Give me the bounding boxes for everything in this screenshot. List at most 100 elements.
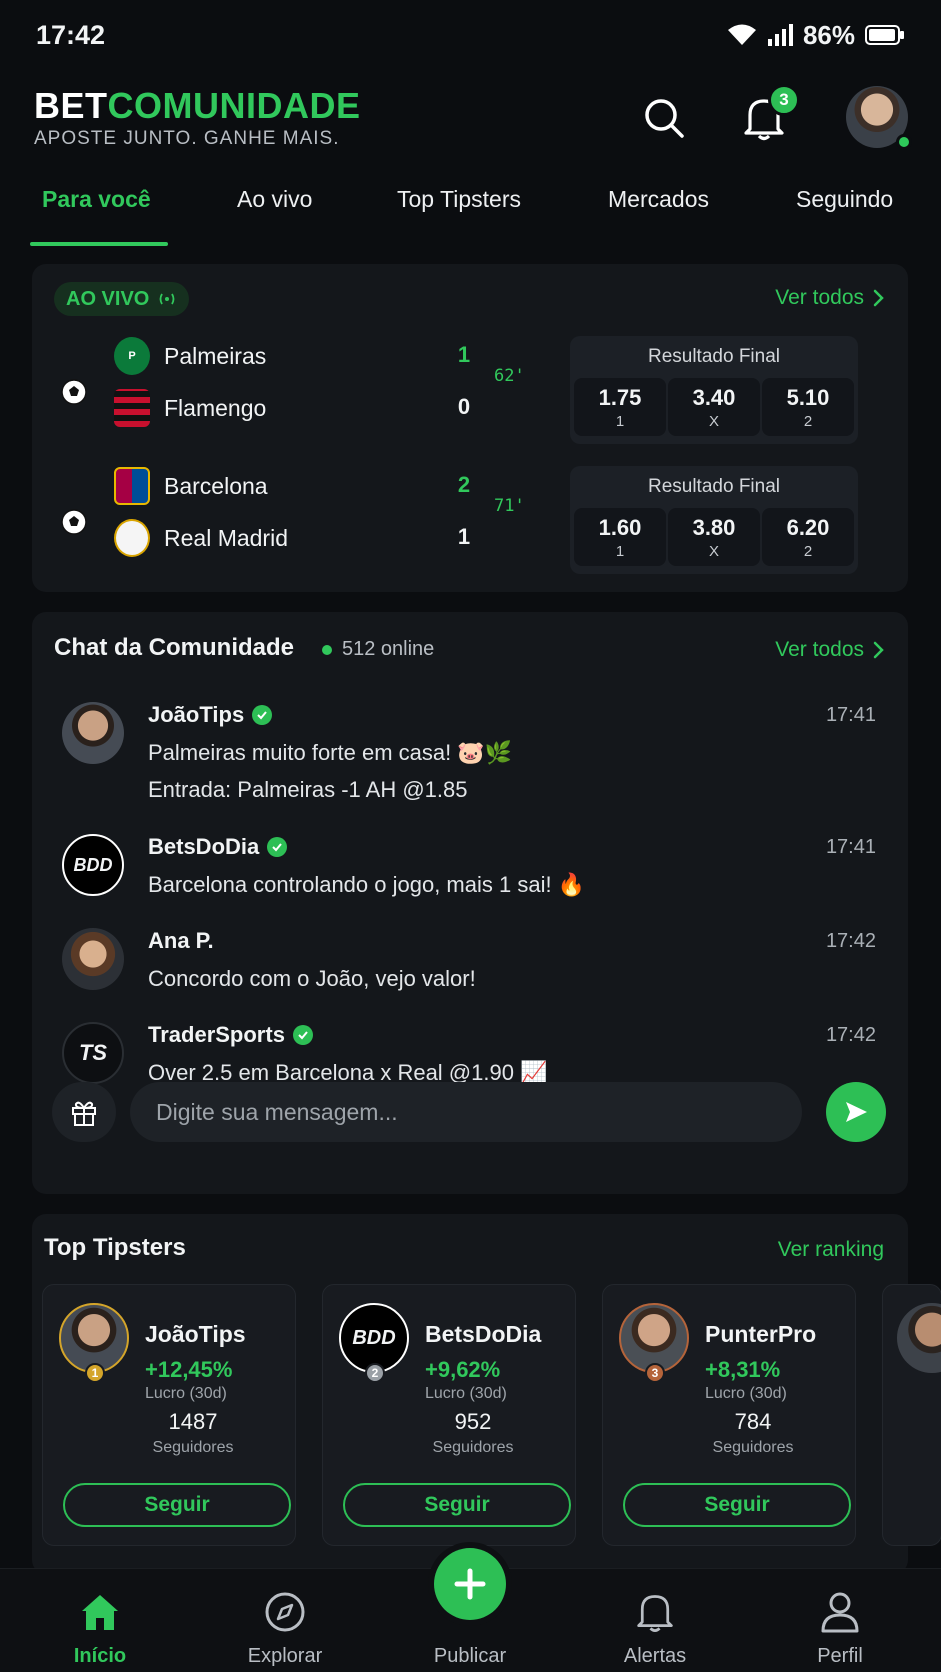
chat-see-all-link[interactable]: Ver todos [775, 638, 884, 662]
app-header: BETCOMUNIDADE APOSTE JUNTO. GANHE MAIS. … [34, 84, 914, 156]
follow-button[interactable]: Seguir [63, 1483, 291, 1527]
follow-button[interactable]: Seguir [623, 1483, 851, 1527]
odd-label: 2 [803, 413, 813, 430]
chat-message: JoãoTips 17:41 Palmeiras muito forte em … [32, 702, 908, 812]
verified-icon [267, 837, 288, 857]
avatar[interactable]: BDD [62, 834, 124, 896]
user-avatar[interactable] [846, 86, 912, 150]
odd-draw-button[interactable]: 3.40 X [668, 378, 760, 436]
tab-seguindo[interactable]: Seguindo [796, 186, 893, 213]
odd-home-button[interactable]: 1.75 1 [574, 378, 666, 436]
followers-count: 784 [734, 1409, 772, 1434]
home-score: 2 [457, 472, 471, 497]
message-text: Concordo com o João, vejo valor! [148, 966, 476, 991]
see-ranking-link[interactable]: Ver ranking [778, 1238, 884, 1262]
send-icon [846, 1102, 867, 1122]
signal-icon [767, 24, 793, 46]
nav-perfil[interactable]: Perfil [765, 1569, 915, 1672]
see-ranking-label: Ver ranking [777, 1238, 884, 1261]
away-team-name: Real Madrid [164, 524, 288, 551]
avatar-text: BDD [352, 1326, 396, 1349]
tab-top-tipsters[interactable]: Top Tipsters [397, 186, 521, 213]
nav-label: Explorar [247, 1645, 323, 1667]
live-see-all-link[interactable]: Ver todos [775, 286, 884, 310]
live-matches-card: AO VIVO Ver todos P Palmeiras Flamengo 1… [32, 264, 908, 592]
message-text: Palmeiras muito forte em casa! 🐷🌿 [148, 740, 513, 765]
nav-label: Publicar [433, 1645, 507, 1667]
top-tabs: Para você Ao vivo Top Tipsters Mercados … [0, 186, 941, 246]
odd-draw-button[interactable]: 3.80 X [668, 508, 760, 566]
soccer-ball-icon [61, 379, 87, 405]
wifi-icon [727, 24, 756, 45]
message-author[interactable]: JoãoTips [148, 702, 273, 728]
battery-icon [865, 25, 904, 45]
message-author[interactable]: TraderSports [148, 1022, 313, 1048]
rank-badge: 3 [645, 1363, 665, 1383]
tipster-card[interactable]: 3 PunterPro +8,31% Lucro (30d) 784 Segui… [602, 1284, 856, 1546]
notifications-button[interactable]: 3 [736, 84, 800, 146]
odd-away-button[interactable]: 5.10 2 [762, 378, 854, 436]
odds-panel: Resultado Final 1.75 1 3.40 X 5.10 2 [570, 336, 858, 444]
gift-button[interactable] [52, 1082, 116, 1142]
odd-home-button[interactable]: 1.60 1 [574, 508, 666, 566]
avatar-text: BDD [73, 854, 113, 875]
message-text: Barcelona controlando o jogo, mais 1 sai… [148, 872, 586, 897]
followers-label: Seguidores [712, 1439, 794, 1456]
nav-explorar[interactable]: Explorar [210, 1569, 360, 1672]
app-logo[interactable]: BETCOMUNIDADE APOSTE JUNTO. GANHE MAIS. [34, 86, 361, 150]
message-time: 17:41 [825, 704, 876, 726]
tipster-card-partial[interactable] [882, 1284, 941, 1546]
chevron-right-icon [873, 289, 884, 307]
nav-alertas[interactable]: Alertas [580, 1569, 730, 1672]
tipster-card[interactable]: 1 JoãoTips +12,45% Lucro (30d) 1487 Segu… [42, 1284, 296, 1546]
send-button[interactable] [826, 1082, 886, 1142]
tab-para-voce[interactable]: Para você [42, 186, 151, 213]
verified-icon [252, 705, 273, 725]
odd-label: X [708, 413, 719, 430]
avatar[interactable]: TS [62, 1022, 124, 1084]
home-team: P Palmeiras [114, 336, 266, 376]
odd-label: 2 [803, 543, 813, 560]
community-chat-card: Chat da Comunidade 512 online Ver todos … [32, 612, 908, 1194]
followers-label: Seguidores [152, 1439, 234, 1456]
match-minute: 71' [494, 496, 525, 516]
active-tab-indicator [30, 242, 168, 246]
search-button[interactable] [636, 90, 692, 146]
follow-button[interactable]: Seguir [343, 1483, 571, 1527]
tipster-profit: +8,31% [705, 1357, 781, 1382]
tipsters-title: Top Tipsters [44, 1234, 186, 1261]
tab-ao-vivo[interactable]: Ao vivo [237, 186, 312, 213]
followers-count: 952 [454, 1409, 492, 1434]
message-input[interactable] [130, 1082, 802, 1142]
tipster-name: BetsDoDia [425, 1321, 542, 1347]
online-count: 512 online [322, 638, 434, 661]
message-author[interactable]: BetsDoDia [148, 834, 288, 860]
nav-label: Alertas [623, 1645, 687, 1667]
nav-inicio[interactable]: Início [25, 1569, 175, 1672]
online-dot-icon [322, 644, 332, 655]
message-time: 17:42 [825, 930, 876, 952]
away-score: 1 [457, 524, 471, 549]
live-match-row[interactable]: Barcelona Real Madrid 2 1 71' Resultado … [32, 466, 908, 584]
odds-panel: Resultado Final 1.60 1 3.80 X 6.20 2 [570, 466, 858, 574]
message-author[interactable]: Ana P. [148, 928, 214, 954]
tab-mercados[interactable]: Mercados [608, 186, 709, 213]
live-match-row[interactable]: P Palmeiras Flamengo 1 0 62' Resultado F… [32, 336, 908, 454]
chat-message: Ana P. 17:42 Concordo com o João, vejo v… [32, 928, 908, 998]
home-score: 1 [457, 342, 471, 367]
avatar[interactable] [62, 702, 124, 764]
publish-fab-button[interactable] [434, 1548, 506, 1620]
author-name: BetsDoDia [148, 834, 260, 859]
author-name: JoãoTips [148, 702, 245, 727]
odd-value: 1.60 [598, 515, 642, 540]
tipster-name: JoãoTips [145, 1321, 246, 1347]
tipster-card[interactable]: BDD 2 BetsDoDia +9,62% Lucro (30d) 952 S… [322, 1284, 576, 1546]
rank-badge: 1 [85, 1363, 105, 1383]
avatar-text: TS [78, 1040, 108, 1065]
nav-label: Perfil [817, 1645, 863, 1667]
palmeiras-crest-icon: P [114, 337, 150, 375]
odd-away-button[interactable]: 6.20 2 [762, 508, 854, 566]
message-time: 17:41 [825, 836, 876, 858]
avatar[interactable] [62, 928, 124, 990]
live-see-all-label: Ver todos [775, 286, 864, 309]
